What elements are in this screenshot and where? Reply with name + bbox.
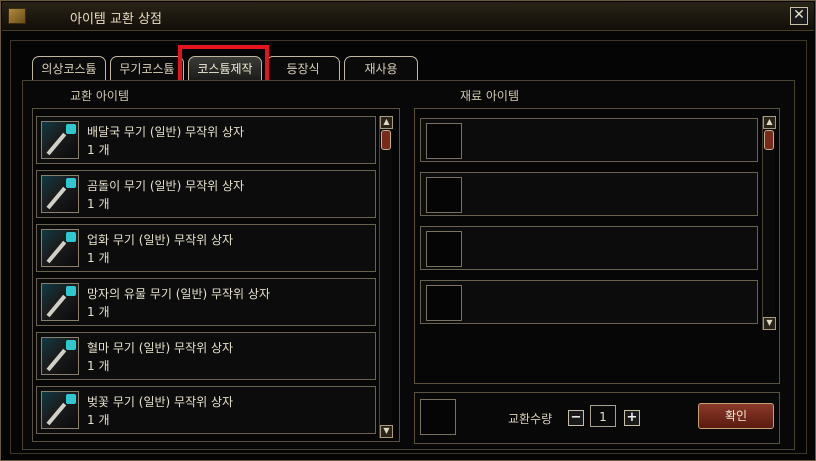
- material-row[interactable]: [420, 226, 758, 270]
- gem-icon: [66, 178, 76, 188]
- scroll-thumb[interactable]: [381, 130, 391, 150]
- tab-reuse[interactable]: 재사용: [344, 56, 418, 81]
- weapon-icon: [46, 132, 67, 156]
- weapon-icon: [46, 348, 67, 372]
- material-slot[interactable]: [426, 177, 462, 213]
- gem-icon: [66, 124, 76, 134]
- weapon-icon: [41, 283, 79, 321]
- exchange-item-row[interactable]: 곰돌이 무기 (일반) 무작위 상자 1 개: [36, 170, 376, 218]
- item-quantity: 1 개: [87, 251, 110, 265]
- gem-icon: [66, 232, 76, 242]
- material-scrollbar[interactable]: ▲ ▼: [762, 116, 776, 330]
- scroll-thumb[interactable]: [764, 130, 774, 150]
- item-quantity: 1 개: [87, 413, 110, 427]
- item-quantity: 1 개: [87, 305, 110, 319]
- item-name: 망자의 유물 무기 (일반) 무작위 상자: [87, 287, 270, 301]
- gem-icon: [66, 286, 76, 296]
- weapon-icon: [46, 294, 67, 318]
- title-bar[interactable]: 아이템 교환 상점 ✕: [2, 2, 814, 31]
- result-slot[interactable]: [420, 399, 456, 435]
- weapon-icon: [46, 186, 67, 210]
- weapon-icon: [41, 229, 79, 267]
- item-name: 벚꽃 무기 (일반) 무작위 상자: [87, 395, 234, 409]
- gem-icon: [66, 340, 76, 350]
- quantity-label: 교환수량: [508, 412, 553, 426]
- exchange-item-row[interactable]: 업화 무기 (일반) 무작위 상자 1 개: [36, 224, 376, 272]
- item-quantity: 1 개: [87, 197, 110, 211]
- material-slot[interactable]: [426, 123, 462, 159]
- material-slot[interactable]: [426, 231, 462, 267]
- increase-quantity-button[interactable]: +: [624, 410, 640, 426]
- weapon-icon: [41, 391, 79, 429]
- exchange-item-row[interactable]: 배달국 무기 (일반) 무작위 상자 1 개: [36, 116, 376, 164]
- exchange-scrollbar[interactable]: ▲ ▼: [379, 116, 393, 438]
- tab-weapon-costume[interactable]: 무기코스튬: [110, 56, 184, 81]
- tab-costume-clothing[interactable]: 의상코스튬: [32, 56, 106, 81]
- decrease-quantity-button[interactable]: −: [568, 410, 584, 426]
- weapon-icon: [46, 402, 67, 426]
- shop-icon: [8, 8, 26, 24]
- exchange-items-header: 교환 아이템: [70, 89, 130, 103]
- scroll-down-icon[interactable]: ▼: [763, 317, 776, 330]
- item-name: 곰돌이 무기 (일반) 무작위 상자: [87, 179, 245, 193]
- item-name: 업화 무기 (일반) 무작위 상자: [87, 233, 234, 247]
- confirm-button[interactable]: 확인: [698, 403, 774, 429]
- item-quantity: 1 개: [87, 143, 110, 157]
- item-name: 혈마 무기 (일반) 무작위 상자: [87, 341, 234, 355]
- material-row[interactable]: [420, 172, 758, 216]
- window-title: 아이템 교환 상점: [70, 12, 162, 27]
- tab-ornament[interactable]: 등장식: [266, 56, 340, 81]
- scroll-up-icon[interactable]: ▲: [763, 116, 776, 129]
- item-quantity: 1 개: [87, 359, 110, 373]
- material-slot[interactable]: [426, 285, 462, 321]
- scroll-down-icon[interactable]: ▼: [380, 425, 393, 438]
- weapon-icon: [41, 121, 79, 159]
- material-row[interactable]: [420, 118, 758, 162]
- item-name: 배달국 무기 (일반) 무작위 상자: [87, 125, 245, 139]
- material-items-header: 재료 아이템: [460, 89, 520, 103]
- weapon-icon: [41, 337, 79, 375]
- weapon-icon: [41, 175, 79, 213]
- close-button[interactable]: ✕: [790, 7, 808, 25]
- gem-icon: [66, 394, 76, 404]
- scroll-up-icon[interactable]: ▲: [380, 116, 393, 129]
- exchange-item-row[interactable]: 혈마 무기 (일반) 무작위 상자 1 개: [36, 332, 376, 380]
- exchange-item-row[interactable]: 망자의 유물 무기 (일반) 무작위 상자 1 개: [36, 278, 376, 326]
- exchange-item-row[interactable]: 벚꽃 무기 (일반) 무작위 상자 1 개: [36, 386, 376, 434]
- quantity-input[interactable]: 1: [590, 405, 616, 427]
- material-row[interactable]: [420, 280, 758, 324]
- weapon-icon: [46, 240, 67, 264]
